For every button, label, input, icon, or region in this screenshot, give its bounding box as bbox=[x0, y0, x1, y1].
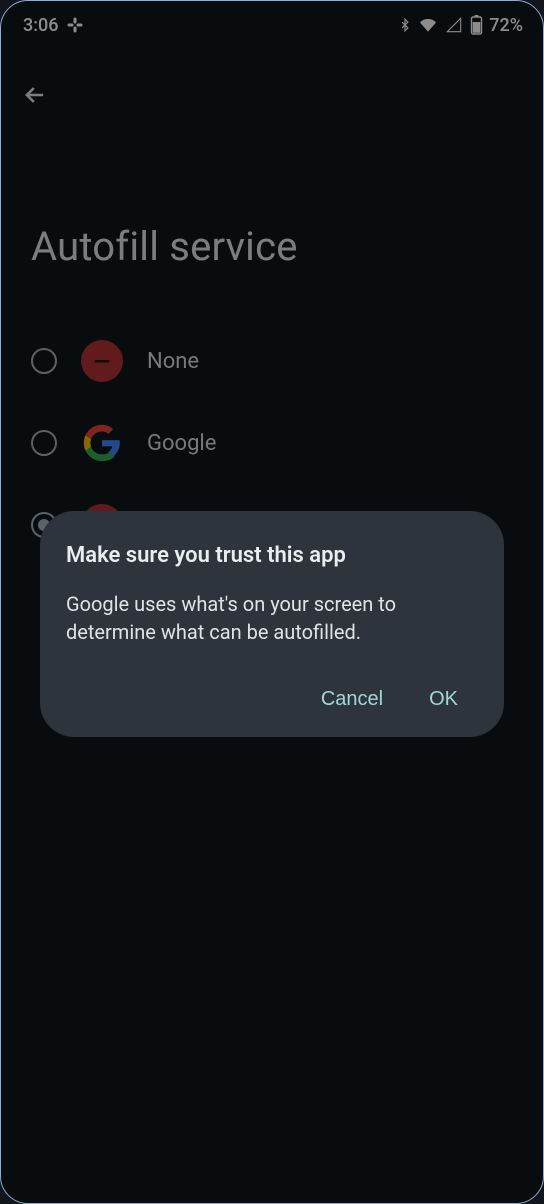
dialog-body: Google uses what's on your screen to det… bbox=[66, 590, 478, 646]
dialog-title: Make sure you trust this app bbox=[66, 543, 478, 568]
dialog-actions: Cancel OK bbox=[66, 680, 478, 719]
trust-app-dialog: Make sure you trust this app Google uses… bbox=[40, 511, 504, 737]
ok-button[interactable]: OK bbox=[425, 680, 462, 719]
cancel-button[interactable]: Cancel bbox=[317, 680, 387, 719]
